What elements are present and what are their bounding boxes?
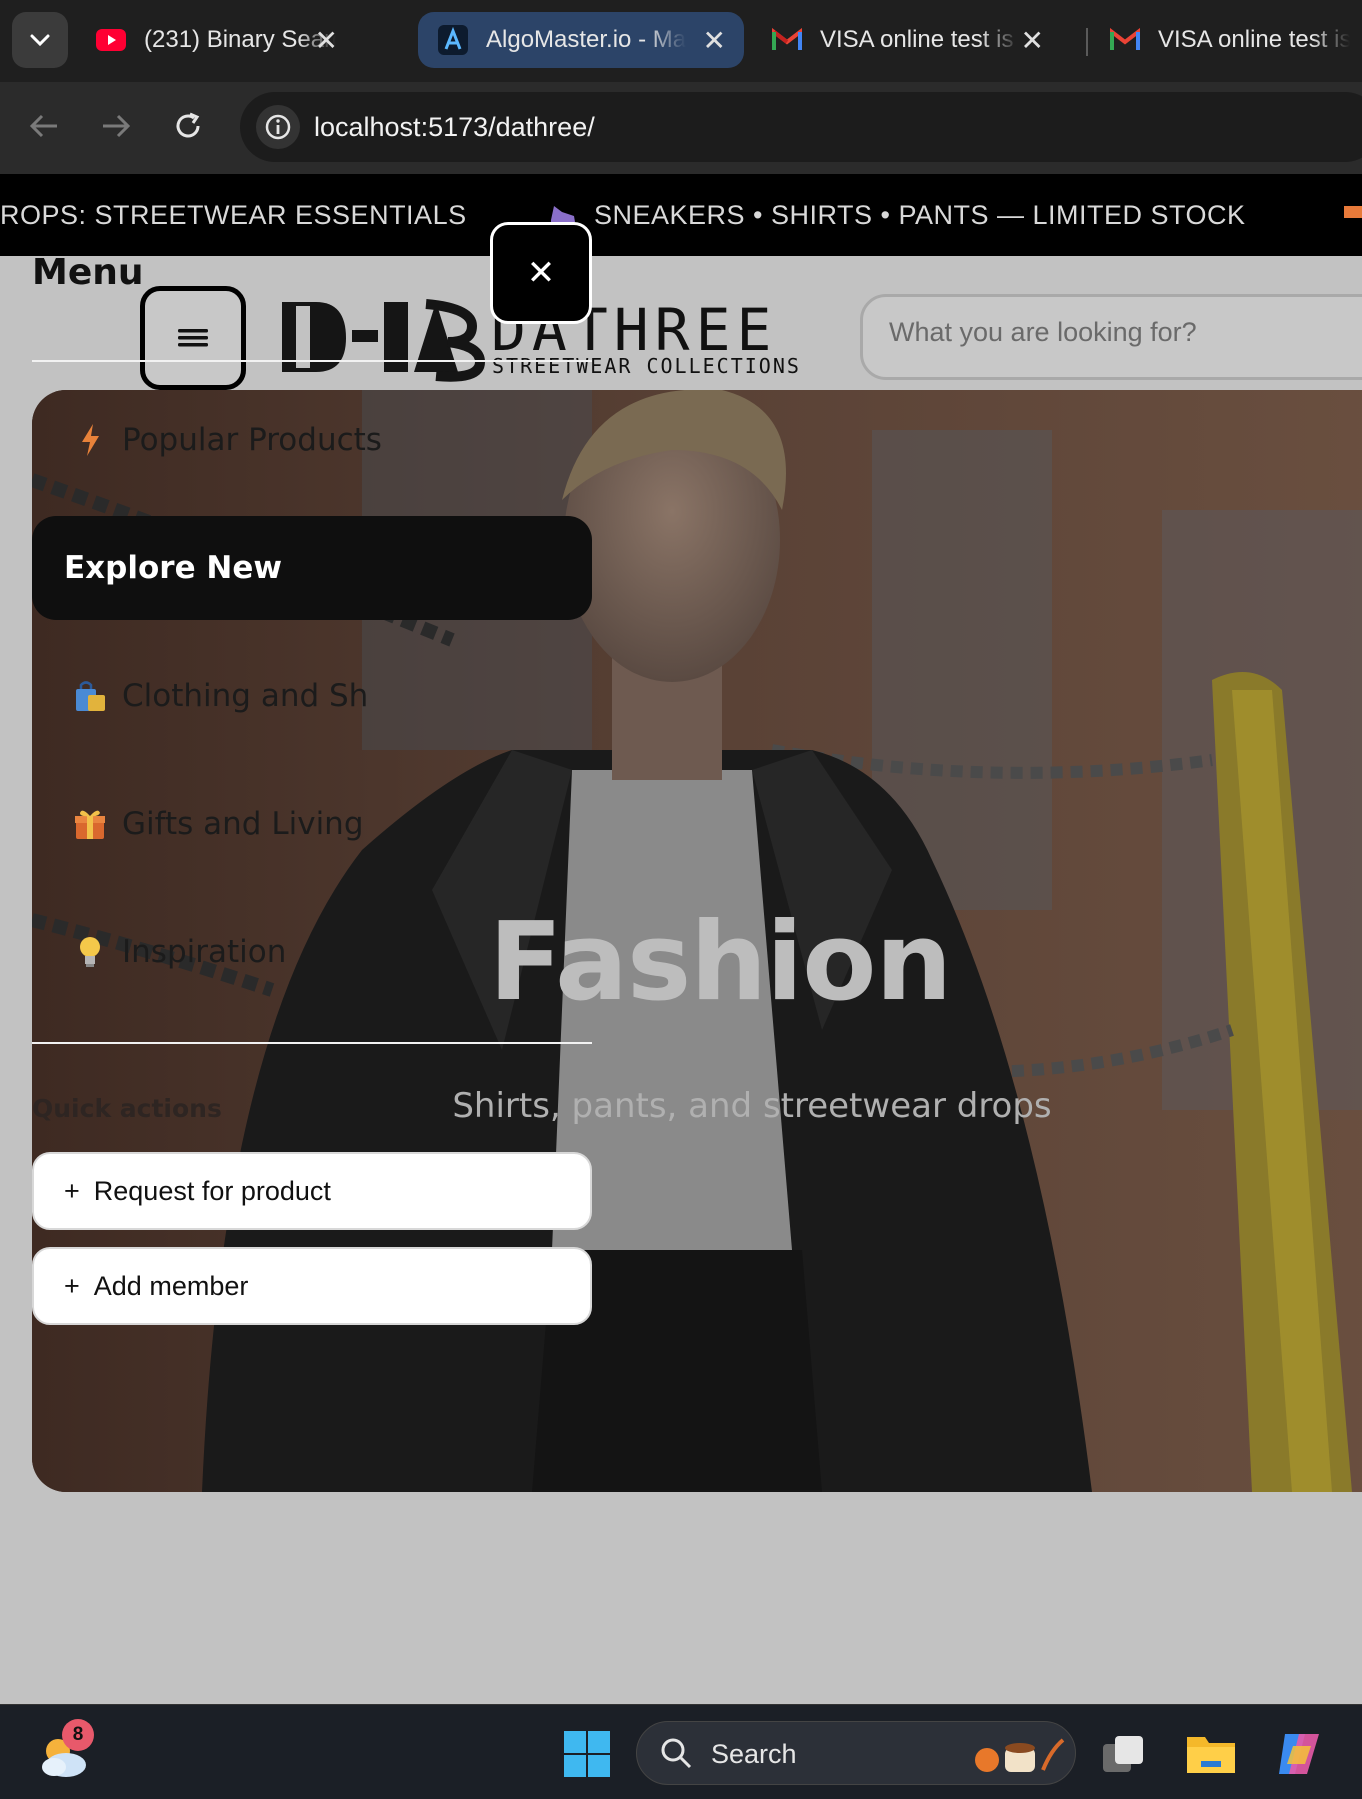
dathree-monogram-icon	[282, 299, 486, 382]
hamburger-menu-button[interactable]	[140, 286, 246, 390]
gmail-icon	[772, 25, 802, 55]
search-icon	[661, 1738, 692, 1769]
search-input[interactable]	[889, 317, 1349, 348]
tab-title: VISA online test is	[1158, 26, 1350, 53]
menu-item-gifts-and-living[interactable]: Gifts and Living	[32, 772, 592, 876]
close-tab-icon[interactable]: ✕	[703, 24, 726, 57]
file-explorer-button[interactable]	[1184, 1727, 1238, 1781]
menu-item-label: Gifts and Living	[122, 806, 364, 842]
menu-item-label: Explore New	[64, 550, 282, 586]
tab-gmail-2[interactable]: VISA online test is	[1090, 12, 1362, 68]
add-member-button[interactable]: + Add member	[32, 1247, 592, 1325]
menu-item-inspiration[interactable]: Inspiration	[32, 900, 592, 1004]
notification-badge: 8	[62, 1719, 94, 1751]
menu-item-label: Popular Products	[122, 422, 382, 458]
hamburger-icon	[178, 329, 208, 347]
request-product-button[interactable]: + Request for product	[32, 1152, 592, 1230]
reload-button[interactable]	[164, 102, 212, 150]
close-menu-button[interactable]: ✕	[490, 222, 592, 324]
menu-drawer-title: Menu	[32, 252, 144, 293]
address-bar[interactable]: localhost:5173/dathree/	[240, 92, 1362, 162]
button-label: Add member	[93, 1270, 249, 1301]
reload-icon	[176, 112, 200, 138]
tab-algomaster[interactable]: AlgoMaster.io - Master ✕	[418, 12, 744, 68]
truck-icon	[1342, 200, 1362, 233]
menu-item-label: Inspiration	[122, 934, 287, 970]
url-text: localhost:5173/dathree/	[314, 112, 595, 142]
gmail-icon	[1110, 25, 1140, 55]
tab-youtube[interactable]: (231) Binary Search ✕	[76, 12, 356, 68]
quick-actions-label: Quick actions	[32, 1094, 222, 1123]
browser-tabstrip: (231) Binary Search ✕ AlgoMaster.io - Ma…	[0, 0, 1362, 82]
tab-title: (231) Binary Search	[144, 26, 336, 53]
copilot-icon	[1279, 1734, 1319, 1774]
announcement-ticker: ROPS: STREETWEAR ESSENTIALS SNEAKERS • S…	[0, 174, 1362, 256]
hero-subtitle: Shirts, pants, and streetwear drops	[452, 1086, 1052, 1126]
close-tab-icon[interactable]: ✕	[1021, 24, 1044, 57]
chevron-down-icon	[30, 34, 50, 47]
tab-gmail-1[interactable]: VISA online test is ✕	[752, 12, 1062, 68]
menu-item-clothing-and-shoes[interactable]: Clothing and Sh	[32, 644, 592, 748]
browser-toolbar: localhost:5173/dathree/	[0, 82, 1362, 174]
lightning-icon	[72, 422, 108, 458]
autumn-coffee-icon	[975, 1738, 1065, 1772]
menu-item-label: Clothing and Sh	[122, 678, 369, 714]
close-tab-icon[interactable]: ✕	[315, 24, 338, 57]
menu-item-explore-new[interactable]: Explore New	[32, 516, 592, 620]
task-view-button[interactable]	[1096, 1727, 1150, 1781]
site-info-button[interactable]	[256, 105, 300, 149]
windows-logo-icon	[564, 1731, 610, 1777]
tab-separator	[1086, 28, 1088, 56]
tab-title: AlgoMaster.io - Master	[486, 26, 686, 53]
tab-search-button[interactable]	[12, 12, 68, 68]
ticker-item: ROPS: STREETWEAR ESSENTIALS	[0, 200, 467, 230]
algomaster-icon	[438, 25, 468, 55]
drawer-divider	[32, 360, 592, 362]
windows-taskbar: 8 Search	[0, 1704, 1362, 1799]
copilot-button[interactable]	[1272, 1727, 1326, 1781]
lightbulb-icon	[72, 934, 108, 970]
plus-icon: +	[64, 1270, 80, 1301]
menu-item-popular-products[interactable]: Popular Products	[32, 388, 592, 492]
start-button[interactable]	[560, 1727, 614, 1781]
arrow-left-icon	[29, 114, 57, 138]
gift-icon	[72, 806, 108, 842]
info-icon	[265, 114, 291, 140]
drawer-divider	[32, 1042, 592, 1044]
tab-title: VISA online test is	[820, 26, 1014, 53]
ticker-item: SNEAKERS • SHIRTS • PANTS — LIMITED STOC…	[594, 200, 1246, 230]
forward-button[interactable]	[92, 102, 140, 150]
brand-tagline: STREETWEAR COLLECTIONS	[492, 354, 801, 378]
youtube-icon	[96, 25, 126, 55]
button-label: Request for product	[93, 1175, 331, 1206]
folder-icon	[1187, 1737, 1235, 1773]
close-icon: ✕	[526, 253, 556, 293]
task-view-icon	[1103, 1736, 1143, 1772]
plus-icon: +	[64, 1175, 80, 1206]
back-button[interactable]	[20, 102, 68, 150]
taskbar-search-label: Search	[711, 1739, 797, 1769]
arrow-right-icon	[103, 114, 131, 138]
taskbar-search[interactable]: Search	[636, 1721, 1076, 1785]
shopping-bags-icon	[72, 678, 108, 714]
product-search[interactable]	[860, 294, 1362, 380]
